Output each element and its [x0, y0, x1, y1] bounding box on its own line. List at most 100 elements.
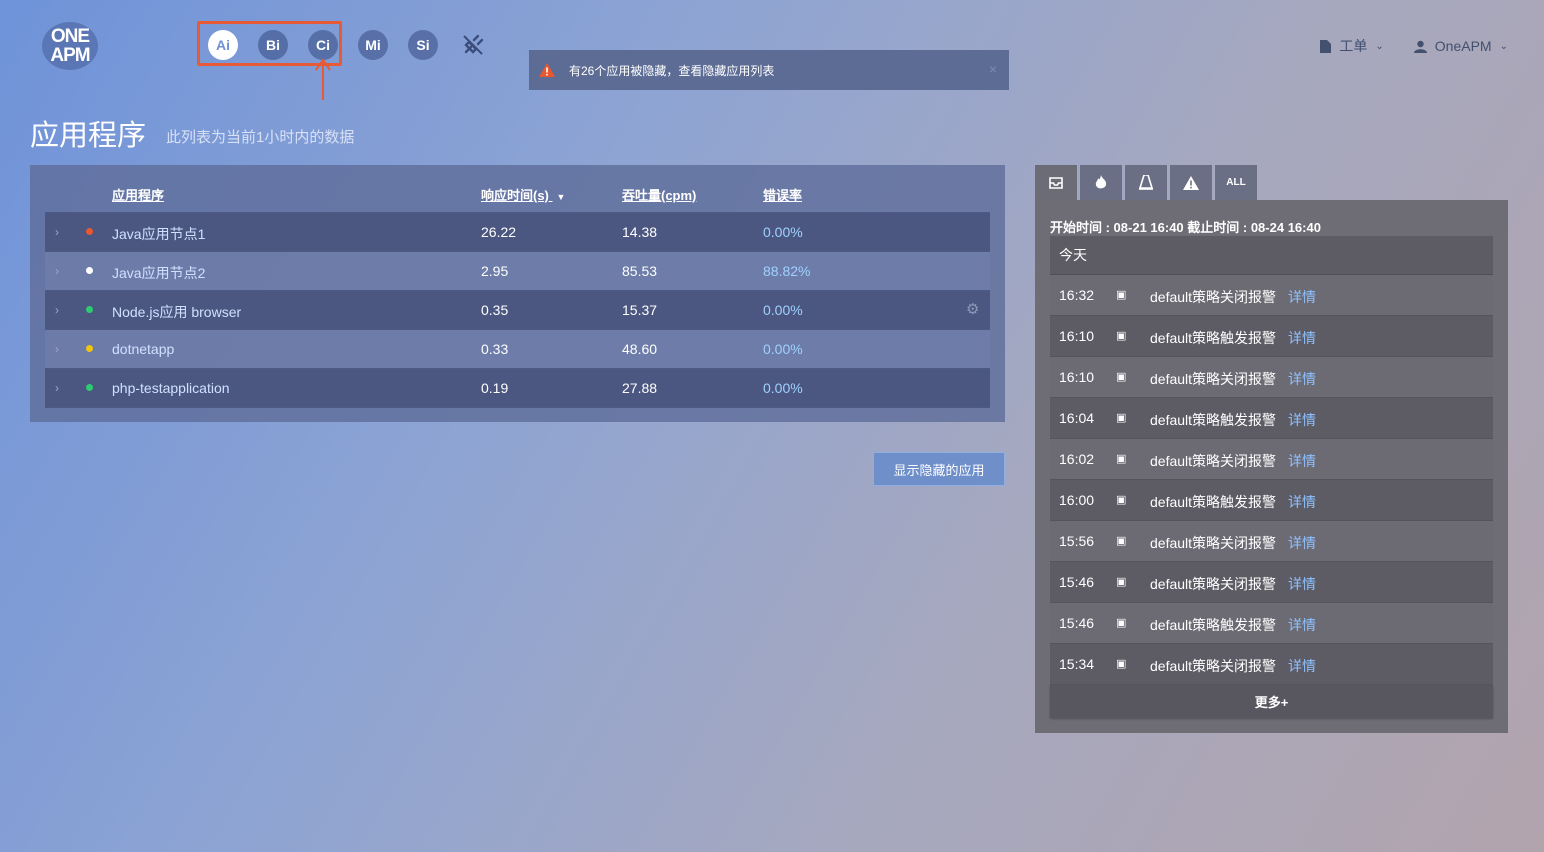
error-rate: 0.00% — [763, 380, 803, 396]
time-range: 开始时间 : 08-21 16:40 截止时间 : 08-24 16:40 — [1050, 220, 1321, 235]
oneapm-logo[interactable]: ONE APM — [42, 22, 98, 70]
detail-link[interactable]: 详情 — [1288, 328, 1316, 348]
table-row[interactable]: › php-testapplication 0.19 27.88 0.00% — [45, 369, 990, 408]
alert-time: 15:46 — [1059, 574, 1095, 590]
alert-time: 16:10 — [1059, 369, 1095, 385]
col-throughput[interactable]: 吞吐量(cpm) — [622, 185, 696, 204]
notice-text[interactable]: 有26个应用被隐藏，查看隐藏应用列表 — [569, 62, 774, 79]
alert-time: 16:00 — [1059, 492, 1095, 508]
app-name-link[interactable]: php-testapplication — [112, 380, 230, 396]
table-row[interactable]: › dotnetapp 0.33 48.60 0.00% — [45, 330, 990, 369]
si-product-icon[interactable]: Si — [408, 30, 438, 60]
chevron-down-icon: ⌄ — [1499, 40, 1508, 52]
alert-message: default策略触发报警 — [1150, 412, 1277, 428]
alert-time: 16:10 — [1059, 328, 1095, 344]
alert-message: default策略关闭报警 — [1150, 453, 1277, 469]
col-app-name[interactable]: 应用程序 — [112, 185, 164, 204]
inbox-icon: ▣ — [1116, 453, 1127, 465]
list-item: 15:46 ▣ default策略关闭报警 详情 — [1050, 562, 1493, 603]
alert-time: 15:46 — [1059, 615, 1095, 631]
response-time: 0.33 — [481, 341, 509, 357]
alert-time: 16:04 — [1059, 410, 1095, 426]
throughput: 85.53 — [622, 263, 658, 279]
expand-chevron-icon[interactable]: › — [55, 225, 59, 239]
alert-time: 15:56 — [1059, 533, 1095, 549]
response-time: 26.22 — [481, 224, 517, 240]
ticket-label: 工单 — [1339, 38, 1368, 54]
detail-link[interactable]: 详情 — [1288, 451, 1316, 471]
show-hidden-apps-button[interactable]: 显示隐藏的应用 — [873, 452, 1005, 486]
tab-cone[interactable] — [1125, 165, 1167, 200]
error-rate: 88.82% — [763, 263, 811, 279]
expand-chevron-icon[interactable]: › — [55, 381, 59, 395]
table-header: 应用程序 响应时间(s) ▼ 吞吐量(cpm) 错误率 — [45, 180, 990, 213]
list-item: 15:34 ▣ default策略关闭报警 详情 — [1050, 644, 1493, 685]
plugin-icon[interactable] — [458, 30, 488, 60]
logo-line1: ONE — [50, 26, 90, 47]
list-item: 16:32 ▣ default策略关闭报警 详情 — [1050, 275, 1493, 316]
list-item: 16:02 ▣ default策略关闭报警 详情 — [1050, 439, 1493, 480]
response-time: 2.95 — [481, 263, 509, 279]
inbox-icon: ▣ — [1116, 617, 1127, 629]
warning-icon — [539, 63, 555, 77]
status-dot — [86, 267, 93, 274]
inbox-icon: ▣ — [1116, 330, 1127, 342]
app-name-link[interactable]: Java应用节点2 — [112, 263, 205, 283]
warning-icon — [1183, 175, 1199, 190]
alert-time: 15:34 — [1059, 656, 1095, 672]
detail-link[interactable]: 详情 — [1288, 492, 1316, 512]
today-header: 今天 — [1050, 236, 1493, 275]
throughput: 14.38 — [622, 224, 658, 240]
list-item: 15:56 ▣ default策略关闭报警 详情 — [1050, 521, 1493, 562]
expand-chevron-icon[interactable]: › — [55, 303, 59, 317]
tab-all[interactable]: ALL — [1215, 165, 1257, 200]
app-name-link[interactable]: Java应用节点1 — [112, 224, 205, 244]
col-response-time[interactable]: 响应时间(s) ▼ — [481, 185, 565, 204]
list-item: 16:10 ▣ default策略触发报警 详情 — [1050, 316, 1493, 357]
error-rate: 0.00% — [763, 302, 803, 318]
throughput: 48.60 — [622, 341, 658, 357]
detail-link[interactable]: 详情 — [1288, 656, 1316, 676]
detail-link[interactable]: 详情 — [1288, 410, 1316, 430]
throughput: 15.37 — [622, 302, 658, 318]
more-button[interactable]: 更多+ — [1050, 685, 1493, 718]
list-item: 15:46 ▣ default策略触发报警 详情 — [1050, 603, 1493, 644]
tab-fire[interactable] — [1080, 165, 1122, 200]
ticket-menu[interactable]: 工单 ⌄ — [1320, 36, 1384, 56]
expand-chevron-icon[interactable]: › — [55, 342, 59, 356]
detail-link[interactable]: 详情 — [1288, 533, 1316, 553]
detail-link[interactable]: 详情 — [1288, 369, 1316, 389]
tab-inbox[interactable] — [1035, 165, 1077, 200]
table-row[interactable]: › Node.js应用 browser 0.35 15.37 0.00% ⚙ — [45, 291, 990, 330]
user-icon — [1413, 40, 1427, 53]
expand-chevron-icon[interactable]: › — [55, 264, 59, 278]
gear-icon[interactable]: ⚙ — [966, 300, 979, 318]
alert-message: default策略关闭报警 — [1150, 576, 1277, 592]
close-icon[interactable]: × — [989, 61, 997, 77]
annotation-arrow-icon — [315, 58, 331, 100]
alert-message: default策略关闭报警 — [1150, 535, 1277, 551]
table-row[interactable]: › Java应用节点1 26.22 14.38 0.00% — [45, 213, 990, 252]
fire-icon — [1095, 175, 1107, 189]
table-row[interactable]: › Java应用节点2 2.95 85.53 88.82% — [45, 252, 990, 291]
response-time: 0.19 — [481, 380, 509, 396]
app-name-link[interactable]: dotnetapp — [112, 341, 174, 357]
chevron-down-icon: ⌄ — [1375, 40, 1384, 52]
col-error-rate[interactable]: 错误率 — [763, 185, 802, 204]
user-menu[interactable]: OneAPM ⌄ — [1413, 36, 1508, 56]
tab-warning[interactable] — [1170, 165, 1212, 200]
alert-message: default策略触发报警 — [1150, 494, 1277, 510]
alert-tabs: ALL — [1035, 165, 1257, 200]
detail-link[interactable]: 详情 — [1288, 287, 1316, 307]
mi-product-icon[interactable]: Mi — [358, 30, 388, 60]
hidden-apps-notice[interactable]: 有26个应用被隐藏，查看隐藏应用列表 × — [529, 50, 1009, 90]
app-name-link[interactable]: Node.js应用 browser — [112, 302, 241, 322]
alert-message: default策略触发报警 — [1150, 617, 1277, 633]
inbox-icon: ▣ — [1116, 658, 1127, 670]
detail-link[interactable]: 详情 — [1288, 574, 1316, 594]
top-right-menu: 工单 ⌄ OneAPM ⌄ — [1320, 36, 1508, 56]
alert-message: default策略关闭报警 — [1150, 371, 1277, 387]
detail-link[interactable]: 详情 — [1288, 615, 1316, 635]
alert-list: 今天 16:32 ▣ default策略关闭报警 详情 16:10 ▣ defa… — [1050, 236, 1493, 718]
inbox-icon: ▣ — [1116, 535, 1127, 547]
